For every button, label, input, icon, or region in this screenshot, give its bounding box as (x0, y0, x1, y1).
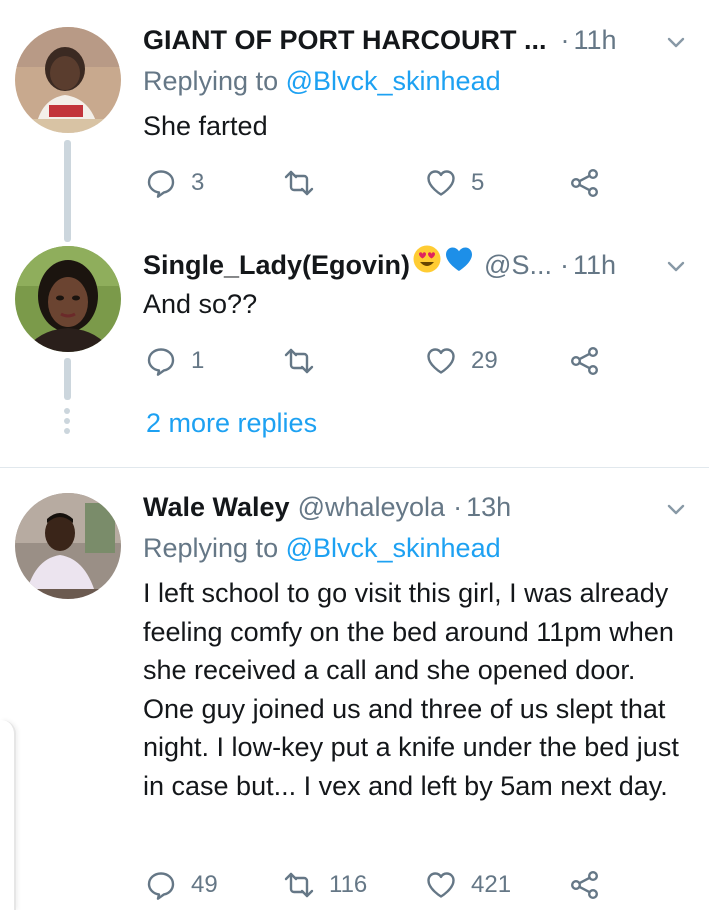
reply-count: 1 (191, 347, 205, 374)
chevron-down-icon[interactable] (665, 31, 687, 53)
like-count: 5 (471, 169, 485, 196)
tweet-text: And so?? (143, 289, 258, 319)
timestamp[interactable]: 11h (573, 20, 616, 60)
tweet-actions: 49 116 421 (143, 865, 623, 905)
tweet-text: She farted (143, 111, 268, 141)
separator: · (559, 250, 569, 280)
like-button[interactable]: 29 (425, 341, 498, 381)
share-button[interactable] (569, 341, 601, 381)
share-icon (569, 167, 601, 199)
retweet-button[interactable] (283, 163, 329, 203)
display-name[interactable]: Wale Waley (143, 487, 290, 527)
like-button[interactable]: 421 (425, 865, 511, 905)
tweet-header: Single_Lady(Egovin) @S... · 11h (143, 244, 649, 284)
like-count: 421 (471, 871, 512, 898)
retweet-icon (283, 869, 315, 901)
tweet-header: GIANT OF PORT HARCOURT ... · 11h (143, 20, 649, 60)
share-button[interactable] (569, 865, 601, 905)
heart-icon (425, 167, 457, 199)
thread-line (64, 358, 71, 400)
tweet-actions: 3 5 (143, 163, 623, 203)
chevron-down-icon[interactable] (665, 255, 687, 277)
timestamp[interactable]: 11h (573, 245, 616, 285)
heart-eyes-emoji-icon (413, 245, 441, 273)
reply-button[interactable]: 3 (145, 163, 204, 203)
reply-count: 49 (191, 871, 218, 898)
blue-heart-emoji-icon (446, 247, 473, 271)
replying-to: Replying to @Blvck_skinhead (143, 530, 501, 566)
display-name[interactable]: GIANT OF PORT HARCOURT ... (143, 20, 546, 60)
thread-line (64, 140, 71, 242)
retweet-button[interactable] (283, 341, 329, 381)
like-button[interactable]: 5 (425, 163, 484, 203)
replying-to-label: Replying to (143, 533, 286, 563)
heart-icon (425, 869, 457, 901)
avatar[interactable] (15, 493, 121, 599)
reply-icon (145, 167, 177, 199)
replying-to: Replying to @Blvck_skinhead (143, 63, 501, 99)
retweet-icon (283, 345, 315, 377)
reply-icon (145, 869, 177, 901)
username[interactable]: @S... (484, 245, 552, 285)
reply-count: 3 (191, 169, 205, 196)
avatar[interactable] (15, 27, 121, 133)
display-name[interactable]: Single_Lady(Egovin) (143, 245, 410, 285)
avatar[interactable] (15, 246, 121, 352)
separator: · (560, 25, 570, 55)
reply-button[interactable]: 1 (145, 341, 204, 381)
tweet-header: Wale Waley @whaleyola · 13h (143, 487, 649, 527)
tweet-text: I left school to go visit this girl, I w… (143, 578, 679, 801)
chevron-down-icon[interactable] (665, 498, 687, 520)
heart-icon (425, 345, 457, 377)
separator: · (453, 492, 463, 522)
tweet-actions: 1 29 (143, 341, 623, 381)
share-icon (569, 345, 601, 377)
edge-overlay (0, 720, 16, 910)
retweet-count: 116 (329, 871, 368, 898)
mention-link[interactable]: @Blvck_skinhead (286, 533, 501, 563)
mention-link[interactable]: @Blvck_skinhead (286, 66, 501, 96)
share-icon (569, 869, 601, 901)
reply-icon (145, 345, 177, 377)
replying-to-label: Replying to (143, 66, 286, 96)
retweet-icon (283, 167, 315, 199)
like-count: 29 (471, 347, 498, 374)
reply-button[interactable]: 49 (145, 865, 218, 905)
share-button[interactable] (569, 163, 601, 203)
divider (0, 467, 709, 468)
thread-dots (64, 408, 71, 438)
username[interactable]: @whaleyola (298, 487, 446, 527)
more-replies-link[interactable]: 2 more replies (146, 408, 317, 439)
retweet-button[interactable]: 116 (283, 865, 367, 905)
timestamp[interactable]: 13h (466, 487, 511, 527)
timeline: GIANT OF PORT HARCOURT ... · 11h Replyin… (0, 0, 709, 910)
